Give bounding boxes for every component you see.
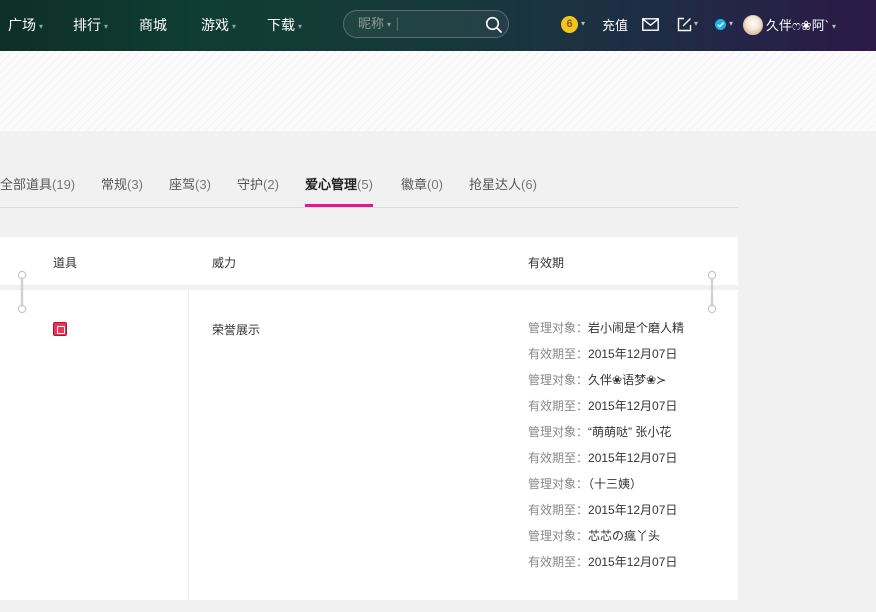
nav-item-mall[interactable]: 商城 — [139, 0, 167, 51]
coin-level-icon[interactable]: 6 — [561, 16, 578, 33]
tab-label: 全部道具 — [0, 177, 53, 192]
tab-count: (5) — [357, 177, 373, 192]
tab-label: 爱心管理 — [305, 177, 358, 192]
detail-value: （十三姨） — [588, 477, 643, 491]
scroll-handle-right[interactable] — [707, 270, 717, 314]
tab-count: (3) — [195, 177, 211, 192]
chevron-down-icon: ▾ — [387, 20, 392, 29]
detail-label: 管理对象： — [528, 321, 589, 335]
props-table: 道具 威力 有效期 荣誉展示 管理对象：岩小闹是个磨人精 有效期至：2015年1… — [0, 237, 738, 600]
nav-item-label: 游戏 — [201, 17, 229, 33]
detail-label: 管理对象： — [528, 529, 589, 543]
tab-label: 守护 — [237, 177, 264, 192]
expiry-details: 管理对象：岩小闹是个磨人精 有效期至：2015年12月07日 管理对象：久伴❀语… — [528, 320, 684, 580]
mail-icon[interactable] — [642, 18, 659, 31]
nav-item-ranking[interactable]: 排行 ▾ — [73, 0, 108, 51]
nav-item-label: 商城 — [139, 17, 167, 33]
tab-love-management[interactable]: 爱心管理(5) — [305, 175, 373, 207]
tab-count: (3) — [127, 177, 143, 192]
column-divider — [188, 290, 189, 600]
edit-icon[interactable] — [677, 17, 692, 32]
detail-label: 有效期至： — [528, 451, 589, 465]
chevron-down-icon: ▾ — [104, 22, 109, 31]
column-header-item: 道具 — [53, 256, 78, 270]
detail-line: 有效期至：2015年12月07日 — [528, 346, 684, 372]
username-label: 久伴ෆ❀阿` — [766, 18, 830, 33]
search-scope-dropdown[interactable]: 昵称 ▾ — [358, 11, 391, 38]
table-header: 道具 威力 有效期 — [0, 237, 738, 290]
nav-item-label: 下载 — [267, 17, 295, 33]
tab-label: 抢星达人 — [469, 177, 522, 192]
nav-item-label: 广场 — [8, 17, 36, 33]
recharge-link[interactable]: 充值 — [602, 0, 628, 51]
detail-value: 芯芯の瘋丫头 — [588, 529, 661, 543]
search-box: 昵称 ▾ — [343, 10, 509, 38]
detail-line: 有效期至：2015年12月07日 — [528, 502, 684, 528]
search-divider — [397, 17, 398, 31]
detail-label: 有效期至： — [528, 555, 589, 569]
tab-label: 座驾 — [169, 177, 196, 192]
detail-label: 管理对象： — [528, 373, 589, 387]
tab-count: (2) — [263, 177, 279, 192]
tab-label: 徽章 — [401, 177, 428, 192]
nav-item-plaza[interactable]: 广场 ▾ — [8, 0, 43, 51]
detail-label: 有效期至： — [528, 347, 589, 361]
chevron-down-icon: ▾ — [232, 22, 237, 31]
detail-value: “萌萌哒” 张小花 — [588, 425, 672, 439]
detail-line: 有效期至：2015年12月07日 — [528, 398, 684, 424]
power-text: 荣誉展示 — [212, 323, 261, 337]
detail-line: 管理对象：芯芯の瘋丫头 — [528, 528, 684, 554]
detail-value: 2015年12月07日 — [588, 347, 678, 361]
detail-value: 2015年12月07日 — [588, 399, 678, 413]
nav-item-download[interactable]: 下载 ▾ — [267, 0, 302, 51]
tab-count: (19) — [52, 177, 76, 192]
detail-line: 管理对象：岩小闹是个磨人精 — [528, 320, 684, 346]
chevron-down-icon[interactable]: ▾ — [729, 19, 733, 28]
tab-count: (0) — [427, 177, 443, 192]
detail-value: 2015年12月07日 — [588, 555, 678, 569]
tab-badges[interactable]: 徽章(0) — [401, 175, 443, 207]
detail-value: 岩小闹是个磨人精 — [588, 321, 685, 335]
detail-line: 管理对象：“萌萌哒” 张小花 — [528, 424, 684, 450]
detail-label: 有效期至： — [528, 503, 589, 517]
search-scope-label: 昵称 — [358, 16, 385, 31]
detail-label: 管理对象： — [528, 425, 589, 439]
profile-banner — [0, 51, 876, 131]
column-header-power: 威力 — [212, 256, 237, 270]
top-navigation-bar: 广场 ▾ 排行 ▾ 商城 游戏 ▾ 下载 ▾ 昵称 ▾ 6 ▾ 充值 ▾ ▾ 久伴ෆ❀阿`… — [0, 0, 876, 51]
detail-label: 有效期至： — [528, 399, 589, 413]
user-menu[interactable]: 久伴ෆ❀阿` ▾ — [766, 0, 836, 52]
tab-regular[interactable]: 常规(3) — [101, 175, 143, 207]
column-header-expiry: 有效期 — [528, 256, 565, 270]
tab-star-grabber[interactable]: 抢星达人(6) — [469, 175, 537, 207]
detail-value: 2015年12月07日 — [588, 503, 678, 517]
verified-icon[interactable] — [715, 19, 726, 30]
chevron-down-icon: ▾ — [832, 22, 837, 31]
scroll-handle-left[interactable] — [17, 270, 27, 314]
detail-label: 管理对象： — [528, 477, 589, 491]
avatar[interactable] — [743, 15, 763, 35]
detail-line: 有效期至：2015年12月07日 — [528, 554, 684, 580]
detail-line: 有效期至：2015年12月07日 — [528, 450, 684, 476]
search-input[interactable] — [402, 14, 472, 34]
chevron-down-icon[interactable]: ▾ — [581, 19, 585, 28]
tab-count: (6) — [521, 177, 537, 192]
detail-value: 久伴❀语梦❀≻ — [588, 373, 667, 387]
tab-mounts[interactable]: 座驾(3) — [169, 175, 211, 207]
prop-category-tabs: 全部道具(19) 常规(3) 座驾(3) 守护(2) 爱心管理(5) 徽章(0)… — [0, 131, 738, 208]
chevron-down-icon: ▾ — [39, 22, 44, 31]
nav-item-games[interactable]: 游戏 ▾ — [201, 0, 236, 51]
nav-item-label: 排行 — [73, 17, 101, 33]
search-icon[interactable] — [485, 16, 503, 34]
detail-value: 2015年12月07日 — [588, 451, 678, 465]
tab-label: 常规 — [101, 177, 128, 192]
love-manage-icon — [53, 322, 67, 336]
tab-all-props[interactable]: 全部道具(19) — [0, 175, 75, 207]
chevron-down-icon: ▾ — [298, 22, 303, 31]
detail-line: 管理对象：（十三姨） — [528, 476, 684, 502]
chevron-down-icon[interactable]: ▾ — [694, 19, 698, 28]
tab-guard[interactable]: 守护(2) — [237, 175, 279, 207]
detail-line: 管理对象：久伴❀语梦❀≻ — [528, 372, 684, 398]
